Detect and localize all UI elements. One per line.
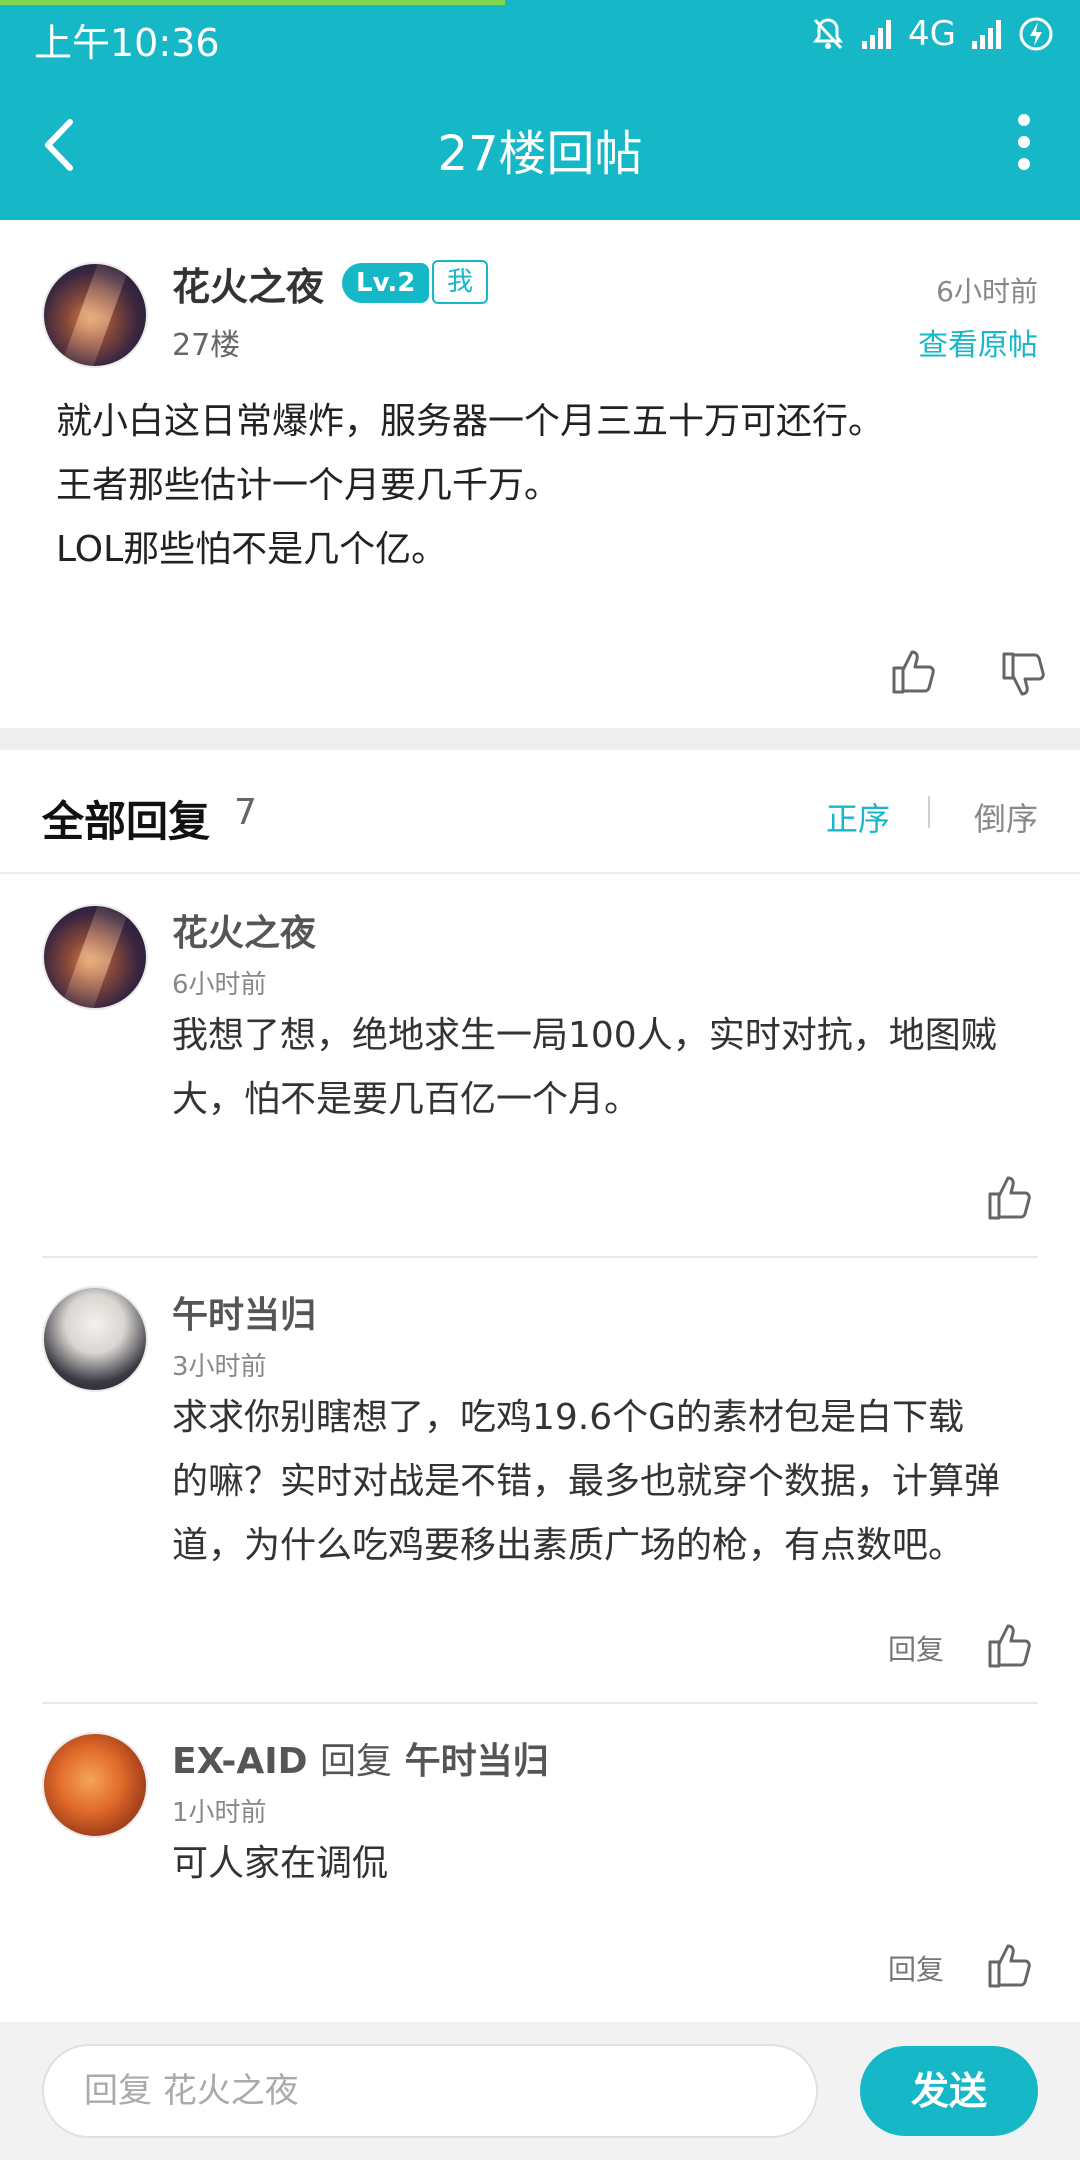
post-author-name[interactable]: 花火之夜 xyxy=(172,256,324,311)
battery-charging-icon xyxy=(1019,17,1053,51)
reply-button[interactable]: 回复 xyxy=(888,1948,944,1988)
reply-item: 午时当归 3小时前 求求你别瞎想了，吃鸡19.6个G的素材包是白下载 的嘛？实时… xyxy=(0,1258,1080,1704)
sort-ascending-button[interactable]: 正序 xyxy=(826,794,890,840)
reply-line: 道，为什么吃鸡要移出素质广场的枪，有点数吧。 xyxy=(172,1525,965,1566)
reply-composer: 发送 xyxy=(0,2022,1080,2160)
reply-avatar[interactable] xyxy=(42,904,148,1010)
reply-content: 我想了想，绝地求生一局100人，实时对抗，地图贼 大，怕不是要几百亿一个月。 xyxy=(172,1004,1042,1132)
section-divider xyxy=(0,728,1080,750)
reply-timestamp: 6小时前 xyxy=(172,970,267,1000)
more-options-icon[interactable] xyxy=(1004,114,1044,174)
replies-header: 全部回复 7 正序 倒序 xyxy=(0,750,1080,874)
signal-icon xyxy=(862,20,892,49)
me-badge: 我 xyxy=(432,260,488,304)
post-line: LOL那些怕不是几个亿。 xyxy=(56,529,448,570)
thumbs-up-icon[interactable] xyxy=(986,1940,1034,1990)
mute-bell-icon xyxy=(813,18,844,50)
post-author-avatar[interactable] xyxy=(42,262,148,368)
reply-to-user[interactable]: 午时当归 xyxy=(405,1741,549,1782)
post-content: 就小白这日常爆炸，服务器一个月三五十万可还行。 王者那些估计一个月要几千万。 L… xyxy=(56,390,1046,582)
level-badge: Lv.2 xyxy=(342,263,430,303)
top-app-bar: 上午10:36 4G 27楼回帖 xyxy=(0,0,1080,220)
reply-author[interactable]: 花火之夜 xyxy=(172,904,316,956)
reply-line: 求求你别瞎想了，吃鸡19.6个G的素材包是白下载 xyxy=(172,1397,965,1438)
reply-line: 我想了想，绝地求生一局100人，实时对抗，地图贼 xyxy=(172,1015,997,1056)
reply-author[interactable]: EX-AID xyxy=(172,1741,308,1782)
post-floor-number: 27楼 xyxy=(172,328,241,363)
navigation-bar: 27楼回帖 xyxy=(0,70,1080,220)
reply-author-line: EX-AID 回复 午时当归 xyxy=(172,1732,549,1784)
reply-content: 可人家在调侃 xyxy=(172,1832,1042,1896)
status-icons: 4G xyxy=(810,12,1054,56)
reply-content: 求求你别瞎想了，吃鸡19.6个G的素材包是白下载 的嘛？实时对战是不错，最多也就… xyxy=(172,1386,1042,1578)
thumbs-up-icon[interactable] xyxy=(986,1172,1034,1222)
reply-avatar[interactable] xyxy=(42,1286,148,1392)
view-original-post-link[interactable]: 查看原帖 xyxy=(918,320,1038,364)
original-post: 花火之夜 Lv.2 我 27楼 6小时前 查看原帖 就小白这日常爆炸，服务器一个… xyxy=(0,220,1080,728)
signal-icon-2 xyxy=(972,20,1001,49)
status-bar: 上午10:36 4G xyxy=(0,0,1080,70)
reply-line: 的嘛？实时对战是不错，最多也就穿个数据，计算弹 xyxy=(172,1461,1001,1502)
thumbs-up-icon[interactable] xyxy=(986,1620,1034,1670)
send-button[interactable]: 发送 xyxy=(860,2046,1038,2136)
reply-verb: 回复 xyxy=(320,1741,393,1782)
page-title: 27楼回帖 xyxy=(437,126,643,182)
reply-button[interactable]: 回复 xyxy=(888,1628,944,1668)
reply-line: 大，怕不是要几百亿一个月。 xyxy=(172,1079,641,1120)
network-type: 4G xyxy=(908,14,956,54)
reply-input[interactable] xyxy=(42,2044,818,2138)
reply-item: EX-AID 回复 午时当归 1小时前 可人家在调侃 回复 xyxy=(0,1704,1080,2020)
reply-timestamp: 3小时前 xyxy=(172,1352,267,1382)
sort-descending-button[interactable]: 倒序 xyxy=(974,794,1038,840)
sort-separator xyxy=(928,796,930,828)
post-line: 就小白这日常爆炸，服务器一个月三五十万可还行。 xyxy=(56,401,885,442)
post-line: 王者那些估计一个月要几千万。 xyxy=(56,465,561,506)
replies-title: 全部回复 xyxy=(42,797,211,846)
reply-author[interactable]: 午时当归 xyxy=(172,1286,316,1338)
thumbs-up-icon[interactable] xyxy=(890,646,938,696)
status-time: 上午10:36 xyxy=(34,21,220,65)
replies-count: 7 xyxy=(234,792,257,833)
reply-timestamp: 1小时前 xyxy=(172,1798,267,1828)
reply-avatar[interactable] xyxy=(42,1732,148,1838)
thumbs-down-icon[interactable] xyxy=(1000,650,1048,700)
reply-item: 花火之夜 6小时前 我想了想，绝地求生一局100人，实时对抗，地图贼 大，怕不是… xyxy=(0,876,1080,1258)
reply-line: 可人家在调侃 xyxy=(172,1843,389,1884)
post-timestamp: 6小时前 xyxy=(936,275,1038,308)
